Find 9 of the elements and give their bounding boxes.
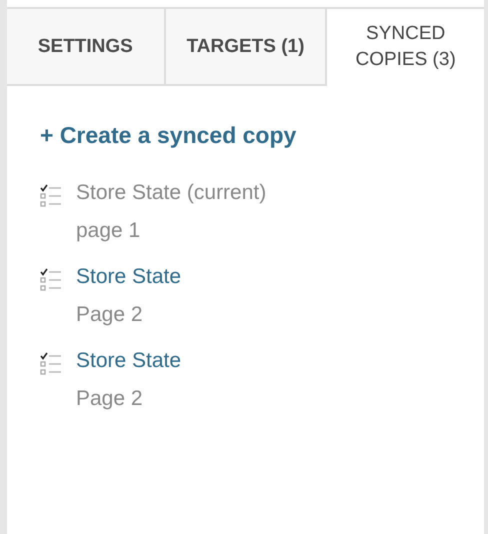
copy-title: Store State (current): [76, 181, 266, 205]
page-label: Page 2: [76, 303, 143, 327]
page-label: page 1: [76, 219, 140, 243]
tab[interactable]: TARGETS (1): [166, 9, 328, 86]
tab[interactable]: SETTINGS: [7, 9, 166, 86]
page-label: Page 2: [76, 387, 143, 411]
copy-link[interactable]: Store State: [76, 265, 182, 289]
create-link[interactable]: + Create a synced copy: [40, 122, 296, 149]
copy-link[interactable]: Store State: [76, 349, 182, 373]
